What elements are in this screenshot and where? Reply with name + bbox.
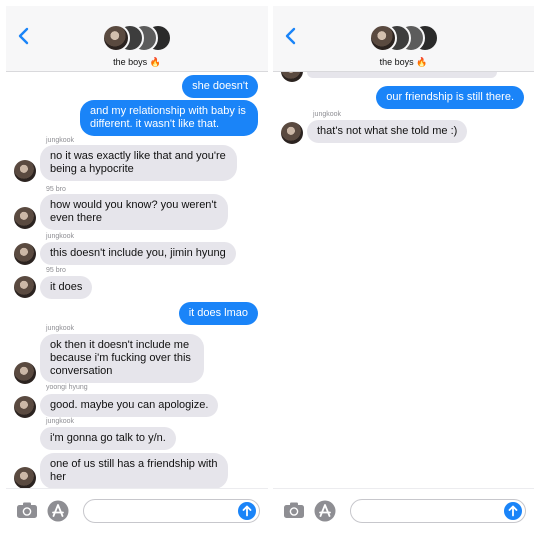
conversation-header: the boys 🔥 — [273, 6, 534, 72]
chevron-left-icon[interactable] — [16, 26, 32, 46]
sender-name: jungkook — [46, 137, 75, 144]
camera-icon[interactable] — [16, 501, 38, 519]
outgoing-message[interactable]: she doesn't — [182, 75, 258, 98]
incoming-message[interactable]: no it was exactly like that and you're b… — [40, 145, 237, 181]
avatar[interactable] — [14, 207, 36, 229]
compose-bar — [6, 488, 268, 534]
group-name[interactable]: the boys 🔥 — [6, 57, 268, 68]
message-input[interactable] — [83, 499, 260, 523]
sender-name: 95 bro — [46, 267, 66, 274]
arrow-up-icon — [508, 505, 518, 517]
avatar[interactable] — [14, 467, 36, 488]
message-thread[interactable]: our friendship is still there. jungkook … — [273, 72, 534, 488]
sender-name: jungkook — [46, 325, 75, 332]
sender-name: yoongi hyung — [46, 384, 88, 391]
outgoing-message[interactable]: and my relationship with baby is differe… — [80, 100, 258, 136]
arrow-up-icon — [242, 505, 252, 517]
camera-icon[interactable] — [283, 501, 305, 519]
avatar[interactable] — [14, 362, 36, 384]
avatar[interactable] — [14, 276, 36, 298]
group-avatars[interactable] — [368, 24, 439, 52]
group-avatars[interactable] — [102, 24, 172, 52]
app-store-icon[interactable] — [314, 500, 336, 522]
send-button[interactable] — [504, 502, 522, 520]
sender-name: jungkook — [46, 233, 75, 240]
incoming-message[interactable]: good. maybe you can apologize. — [40, 394, 219, 417]
message-input[interactable] — [350, 499, 526, 523]
avatar[interactable] — [14, 243, 36, 265]
avatar-partial[interactable] — [281, 72, 303, 82]
conversation-panel-right: the boys 🔥 our friendship is still there… — [273, 6, 534, 534]
incoming-message[interactable]: this doesn't include you, jimin hyung — [40, 242, 236, 265]
app-store-icon[interactable] — [47, 500, 69, 522]
conversation-panel-left: the boys 🔥 she doesn't and my relationsh… — [6, 6, 268, 534]
sender-name: 95 bro — [46, 186, 66, 193]
incoming-message[interactable]: one of us still has a friendship with he… — [40, 453, 228, 488]
incoming-message-partial[interactable] — [307, 72, 497, 78]
avatar[interactable] — [281, 122, 303, 144]
incoming-message[interactable]: i'm gonna go talk to y/n. — [40, 427, 176, 450]
group-avatar — [368, 24, 397, 52]
incoming-message[interactable]: it does — [40, 276, 93, 299]
avatar[interactable] — [14, 160, 36, 182]
avatar[interactable] — [14, 396, 36, 418]
conversation-header: the boys 🔥 — [6, 6, 268, 72]
send-button[interactable] — [238, 502, 256, 520]
outgoing-message[interactable]: our friendship is still there. — [376, 86, 524, 109]
compose-bar — [273, 488, 534, 534]
incoming-message[interactable]: that's not what she told me :) — [307, 120, 468, 143]
group-name[interactable]: the boys 🔥 — [273, 57, 534, 68]
sender-name: jungkook — [313, 111, 342, 118]
outgoing-message[interactable]: it does lmao — [178, 302, 258, 325]
chevron-left-icon[interactable] — [283, 26, 299, 46]
incoming-message[interactable]: how would you know? you weren't even the… — [40, 194, 228, 230]
message-thread[interactable]: she doesn't and my relationship with bab… — [6, 72, 268, 488]
sender-name: jungkook — [46, 418, 75, 425]
group-avatar — [102, 24, 130, 52]
incoming-message[interactable]: ok then it doesn't include me because i'… — [40, 334, 204, 383]
